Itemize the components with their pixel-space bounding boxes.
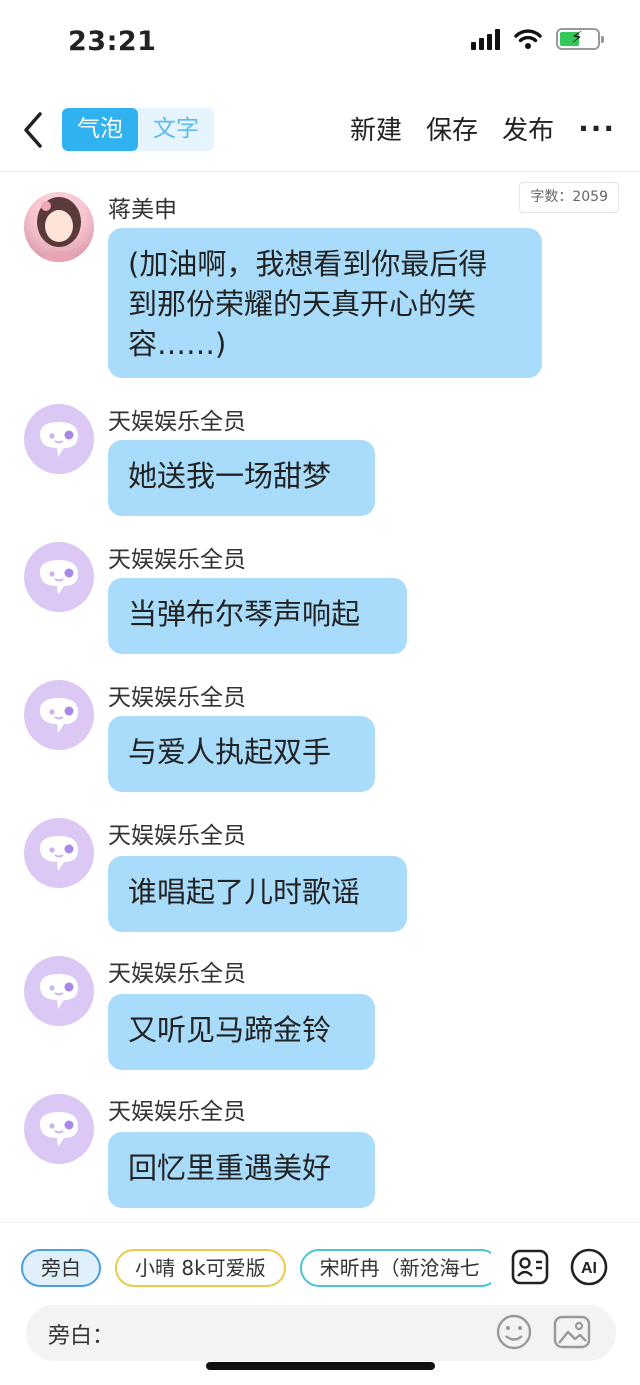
signal-icon [471, 28, 500, 50]
battery-icon: ⚡ [556, 28, 604, 50]
ghost-avatar-icon [40, 836, 78, 871]
message-line: 回忆里重遇美好 [128, 1151, 332, 1185]
more-icon[interactable]: ··· [578, 112, 616, 145]
role-chip-narration[interactable]: 旁白 [21, 1249, 101, 1287]
back-icon[interactable] [18, 108, 48, 152]
publish-button[interactable]: 发布 [502, 110, 554, 147]
sender-name: 天娱娱乐全员 [108, 685, 246, 711]
bottom-toolbar: 旁白 小晴 8k可爱版 宋昕冉（新沧海七 AI 旁白： [0, 1222, 640, 1385]
input-role-label: 旁白： [48, 1324, 115, 1349]
avatar[interactable] [24, 542, 94, 612]
message-bubble[interactable]: 她送我一场甜梦 [108, 440, 375, 516]
message-bubble[interactable]: 谁唱起了儿时歌谣 [108, 856, 407, 932]
home-indicator[interactable] [206, 1362, 435, 1370]
avatar[interactable] [24, 818, 94, 888]
avatar[interactable] [24, 1094, 94, 1164]
svg-text:AI: AI [581, 1260, 597, 1277]
ghost-avatar-icon [40, 1112, 78, 1147]
wifi-icon [514, 29, 542, 49]
new-button[interactable]: 新建 [350, 110, 402, 147]
message-line: 又听见马蹄金铃 [128, 1013, 332, 1047]
word-count-badge: 字数：2059 [519, 182, 619, 213]
emoji-icon[interactable] [494, 1312, 534, 1352]
ghost-avatar-icon [40, 698, 78, 733]
message-input[interactable]: 旁白： [26, 1305, 616, 1361]
sender-name: 天娱娱乐全员 [108, 1099, 246, 1125]
sender-name: 天娱娱乐全员 [108, 547, 246, 573]
status-icons: ⚡ [471, 28, 604, 50]
role-chips: 旁白 小晴 8k可爱版 宋昕冉（新沧海七 [21, 1249, 491, 1289]
tab-text[interactable]: 文字 [138, 108, 214, 151]
ghost-avatar-icon [40, 974, 78, 1009]
message-line: 容……) [128, 327, 227, 361]
sender-name: 天娱娱乐全员 [108, 961, 246, 987]
header-actions: 新建 保存 发布 ··· [350, 110, 616, 147]
avatar[interactable] [24, 192, 94, 262]
message-line: 当弹布尔琴声响起 [128, 597, 361, 631]
mode-toggle: 气泡 文字 [62, 108, 214, 151]
role-chip[interactable]: 小晴 8k可爱版 [115, 1249, 286, 1287]
ghost-avatar-icon [40, 560, 78, 595]
message-bubble[interactable]: 与爱人执起双手 [108, 716, 375, 792]
status-time: 23:21 [68, 26, 157, 57]
save-button[interactable]: 保存 [426, 110, 478, 147]
ai-icon[interactable]: AI [569, 1247, 609, 1287]
avatar[interactable] [24, 404, 94, 474]
editor-header: 气泡 文字 新建 保存 发布 ··· [0, 90, 640, 172]
message-bubble[interactable]: (加油啊，我想看到你最后得 到那份荣耀的天真开心的笑 容……) [108, 228, 542, 378]
sender-name: 天娱娱乐全员 [108, 409, 246, 435]
message-line: (加油啊，我想看到你最后得 [128, 247, 488, 281]
portrait-image [37, 197, 81, 262]
avatar[interactable] [24, 956, 94, 1026]
message-bubble[interactable]: 又听见马蹄金铃 [108, 994, 375, 1070]
tab-bubble[interactable]: 气泡 [62, 108, 138, 151]
message-line: 谁唱起了儿时歌谣 [128, 875, 361, 909]
sender-name: 蒋美申 [108, 197, 177, 223]
message-bubble[interactable]: 回忆里重遇美好 [108, 1132, 375, 1208]
message-bubble[interactable]: 当弹布尔琴声响起 [108, 578, 407, 654]
message-line: 与爱人执起双手 [128, 735, 332, 769]
role-chip[interactable]: 宋昕冉（新沧海七 [299, 1249, 491, 1287]
message-line: 到那份荣耀的天真开心的笑 [128, 287, 477, 321]
ghost-avatar-icon [40, 422, 78, 457]
message-line: 她送我一场甜梦 [128, 459, 332, 493]
status-bar: 23:21 ⚡ [0, 0, 640, 88]
contacts-icon[interactable] [510, 1247, 550, 1287]
image-icon[interactable] [552, 1312, 592, 1352]
sender-name: 天娱娱乐全员 [108, 823, 246, 849]
avatar[interactable] [24, 680, 94, 750]
